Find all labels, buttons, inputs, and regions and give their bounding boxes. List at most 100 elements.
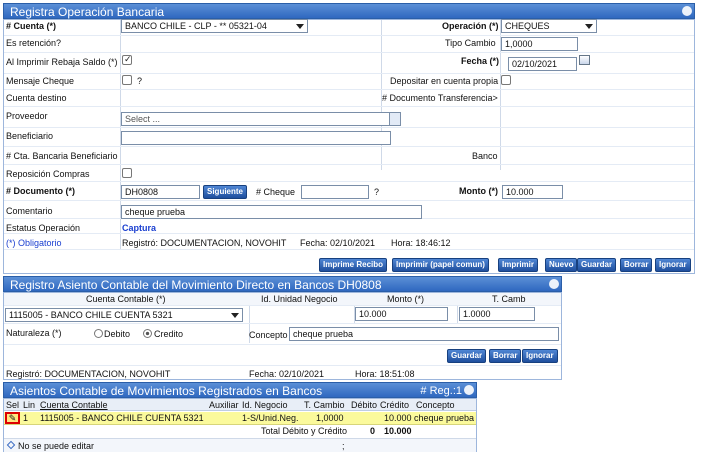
collapse-icon[interactable] bbox=[682, 6, 692, 16]
monto-label: Monto (*) bbox=[459, 186, 498, 196]
estatus-label: Estatus Operación bbox=[6, 223, 81, 233]
mensaje-cheque-checkbox[interactable] bbox=[122, 75, 132, 85]
reg-count: # Reg.:1 bbox=[420, 385, 462, 397]
table-row[interactable]: ✎ 1 1115005 - BANCO CHILE CUENTA 5321 1-… bbox=[4, 412, 476, 425]
cheque-help[interactable]: ? bbox=[374, 187, 379, 197]
borrar-asiento-button[interactable]: Borrar bbox=[489, 349, 522, 363]
section-title: Registro Asiento Contable del Movimiento… bbox=[10, 278, 382, 292]
registra-operacion-header: Registra Operación Bancaria bbox=[3, 3, 695, 19]
proveedor-dropdown-icon[interactable] bbox=[389, 112, 401, 126]
cuenta-destino-label: Cuenta destino bbox=[6, 93, 67, 103]
row-lin: 1 bbox=[23, 413, 29, 423]
obligatorio-note: (*) Obligatorio bbox=[6, 238, 62, 248]
guardar-button[interactable]: Guardar bbox=[577, 258, 617, 272]
operacion-label: Operación (*) bbox=[442, 21, 499, 31]
borrar-button[interactable]: Borrar bbox=[620, 258, 653, 272]
rebaja-saldo-label: Al Imprimir Rebaja Saldo (*) bbox=[6, 57, 118, 67]
tipo-cambio-value: 1,0000 bbox=[505, 39, 533, 49]
credito-radio[interactable] bbox=[143, 329, 152, 338]
comentario-label: Comentario bbox=[6, 206, 53, 216]
nuevo-button[interactable]: Nuevo bbox=[545, 258, 578, 272]
row-concepto: cheque prueba bbox=[414, 413, 475, 423]
total-credito: 10.000 bbox=[384, 426, 412, 436]
fecha-input[interactable]: 02/10/2021 bbox=[508, 57, 577, 71]
imprimir-button[interactable]: Imprimir bbox=[498, 258, 539, 272]
imprimir-papel-comun-button[interactable]: Imprimir (papel comun) bbox=[392, 258, 489, 272]
col-cuenta-contable[interactable]: Cuenta Contable bbox=[40, 399, 108, 411]
monto-value: 10.000 bbox=[506, 187, 534, 197]
debito-label: Debito bbox=[104, 329, 131, 339]
registro-asiento-hora: Hora: 18:51:08 bbox=[355, 369, 415, 379]
tipo-cambio-label: Tipo Cambio bbox=[445, 38, 496, 48]
depositar-checkbox[interactable] bbox=[501, 75, 511, 85]
concepto-input[interactable]: cheque prueba bbox=[289, 327, 559, 341]
proveedor-placeholder: Select ... bbox=[125, 114, 161, 124]
col-sel: Sel bbox=[6, 400, 20, 410]
fecha-value: 02/10/2021 bbox=[512, 59, 558, 69]
col-id-negocio: Id. Negocio bbox=[242, 400, 288, 410]
cuenta-contable-select[interactable]: 1115005 - BANCO CHILE CUENTA 5321 bbox=[5, 308, 243, 322]
comentario-value: cheque prueba bbox=[125, 207, 186, 217]
debito-radio[interactable] bbox=[94, 329, 103, 338]
ignorar-asiento-button[interactable]: Ignorar bbox=[522, 349, 558, 363]
col-tcambio: T. Cambio bbox=[304, 400, 345, 410]
monto-asiento-input[interactable]: 10.000 bbox=[355, 307, 448, 321]
col-credito: Crédito bbox=[380, 400, 410, 410]
cuenta-select[interactable]: BANCO CHILE - CLP - ** 05321-04 bbox=[121, 19, 308, 33]
tipo-cambio-input[interactable]: 1,0000 bbox=[501, 37, 578, 51]
cta-beneficiario-label: # Cta. Bancaria Beneficiario bbox=[6, 151, 118, 161]
documento-value: DH0808 bbox=[125, 187, 159, 197]
banco-label: Banco bbox=[472, 151, 498, 161]
comentario-input[interactable]: cheque prueba bbox=[121, 205, 422, 219]
proveedor-label: Proveedor bbox=[6, 111, 48, 121]
totals-row: Total Débito y Crédito 0 10.000 bbox=[4, 425, 476, 437]
registro-asiento-fecha: Fecha: 02/10/2021 bbox=[249, 369, 325, 379]
collapse-icon[interactable] bbox=[549, 279, 559, 289]
imprime-recibo-button[interactable]: Imprime Recibo bbox=[319, 258, 388, 272]
col-concepto: Concepto bbox=[416, 400, 455, 410]
documento-input[interactable]: DH0808 bbox=[121, 185, 200, 199]
operacion-select[interactable]: CHEQUES bbox=[501, 19, 597, 33]
edit-pencil-icon[interactable]: ✎ bbox=[5, 412, 20, 424]
rebaja-saldo-checkbox[interactable] bbox=[122, 54, 132, 65]
monto-input[interactable]: 10.000 bbox=[502, 185, 563, 199]
documento-label: # Documento (*) bbox=[6, 186, 76, 196]
mensaje-help[interactable]: ? bbox=[137, 76, 142, 86]
cheque-input[interactable] bbox=[301, 185, 369, 199]
section-title: Registra Operación Bancaria bbox=[10, 5, 165, 19]
concepto-value: cheque prueba bbox=[293, 329, 354, 339]
depositar-label: Depositar en cuenta propia bbox=[390, 76, 499, 86]
info-diamond-icon bbox=[6, 440, 16, 450]
registro-hora: Hora: 18:46:12 bbox=[391, 238, 451, 248]
cuenta-contable-value: 1115005 - BANCO CHILE CUENTA 5321 bbox=[9, 310, 173, 320]
col-debito: Débito bbox=[351, 400, 378, 410]
concepto-label: Concepto bbox=[249, 330, 288, 340]
proveedor-select[interactable]: Select ... bbox=[121, 112, 391, 126]
ignorar-button[interactable]: Ignorar bbox=[655, 258, 691, 272]
footer-note: No se puede editar bbox=[18, 441, 95, 451]
siguiente-button[interactable]: Siguiente bbox=[203, 185, 248, 199]
tcamb-input[interactable]: 1.0000 bbox=[459, 307, 535, 321]
reposicion-checkbox[interactable] bbox=[122, 168, 132, 178]
registro-asiento-info: Registró: DOCUMENTACION, NOVOHIT bbox=[6, 369, 171, 379]
beneficiario-label: Beneficiario bbox=[6, 131, 54, 141]
guardar-asiento-button[interactable]: Guardar bbox=[447, 349, 487, 363]
cuenta-label: # Cuenta (*) bbox=[6, 21, 57, 31]
collapse-icon[interactable] bbox=[464, 385, 474, 395]
monto-asiento-value: 10.000 bbox=[359, 309, 387, 319]
reposicion-label: Reposición Compras bbox=[6, 169, 90, 179]
naturaleza-label: Naturaleza (*) bbox=[6, 328, 62, 338]
calendar-icon[interactable] bbox=[579, 55, 590, 65]
registro-fecha: Fecha: 02/10/2021 bbox=[300, 238, 376, 248]
col-lin: Lin bbox=[23, 400, 36, 410]
row-cuenta: 1115005 - BANCO CHILE CUENTA 5321 bbox=[40, 413, 204, 423]
beneficiario-input[interactable] bbox=[121, 131, 391, 145]
asientos-registrados-header: Asientos Contable de Movimientos Registr… bbox=[3, 382, 477, 398]
cuenta-contable-header: Cuenta Contable (*) bbox=[86, 294, 166, 304]
total-debito: 0 bbox=[370, 426, 376, 436]
row-credito: 10.000 bbox=[384, 413, 412, 423]
id-unidad-header: Id. Unidad Negocio bbox=[261, 294, 338, 304]
mensaje-cheque-label: Mensaje Cheque bbox=[6, 76, 75, 86]
operacion-select-value: CHEQUES bbox=[505, 21, 550, 31]
retencion-label: Es retención? bbox=[6, 38, 62, 48]
